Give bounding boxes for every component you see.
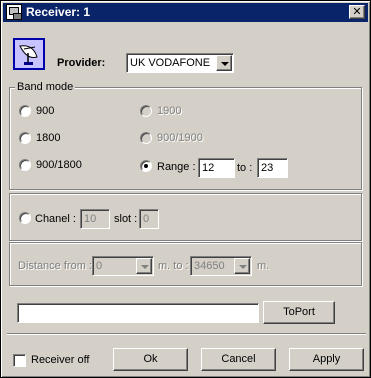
radio-range[interactable] — [140, 160, 152, 172]
satellite-dish-icon — [13, 38, 45, 70]
receiver-dialog: Receiver: 1 ✕ Provider: UK VODAFONE Band… — [0, 0, 371, 378]
radio-900-1900[interactable] — [140, 132, 152, 144]
radio-900[interactable] — [19, 105, 31, 117]
distance-unit-label: m. — [257, 260, 270, 272]
title-bar[interactable]: Receiver: 1 ✕ — [3, 3, 368, 22]
range-to-label: to : — [237, 162, 253, 174]
distance-to-value: 34650 — [194, 260, 225, 272]
slot-input[interactable]: 0 — [139, 209, 159, 229]
chanel-label: Chanel : — [35, 213, 76, 225]
radio-1900[interactable] — [140, 105, 152, 117]
ok-button[interactable]: Ok — [113, 348, 188, 371]
receiver-off-checkbox[interactable] — [13, 354, 26, 367]
divider — [7, 333, 366, 335]
radio-1800[interactable] — [19, 132, 31, 144]
receiver-off-label: Receiver off — [31, 354, 90, 366]
radio-chanel[interactable] — [19, 212, 31, 224]
window-app-icon — [6, 4, 22, 20]
radio-900-label: 900 — [36, 105, 55, 117]
radio-range-label: Range : — [157, 161, 196, 173]
distance-to-label: m. to : — [158, 260, 189, 272]
toport-button[interactable]: ToPort — [263, 301, 335, 324]
distance-from-select[interactable]: 0 — [92, 256, 154, 276]
window-title: Receiver: 1 — [26, 5, 91, 19]
chanel-input[interactable]: 10 — [80, 209, 110, 229]
port-input[interactable] — [17, 303, 259, 323]
chevron-down-icon[interactable] — [216, 55, 232, 71]
chevron-down-icon[interactable] — [136, 258, 152, 274]
provider-select[interactable]: UK VODAFONE — [126, 53, 234, 73]
range-to-input[interactable]: 23 — [257, 158, 288, 178]
band-mode-label: Band mode — [15, 81, 76, 93]
radio-900-1900-label: 900/1900 — [157, 132, 203, 144]
apply-button[interactable]: Apply — [289, 348, 364, 371]
radio-1900-label: 1900 — [157, 105, 182, 117]
distance-to-select[interactable]: 34650 — [190, 256, 252, 276]
distance-from-value: 0 — [96, 260, 103, 272]
close-button[interactable]: ✕ — [349, 5, 365, 19]
cancel-button[interactable]: Cancel — [201, 348, 276, 371]
radio-1800-label: 1800 — [36, 132, 61, 144]
slot-label: slot : — [114, 213, 138, 225]
radio-900-1800-label: 900/1800 — [36, 159, 82, 171]
provider-value: UK VODAFONE — [130, 57, 211, 69]
radio-900-1800[interactable] — [19, 159, 31, 171]
chevron-down-icon[interactable] — [234, 258, 250, 274]
provider-label: Provider: — [57, 57, 106, 69]
range-from-input[interactable]: 12 — [198, 158, 235, 178]
distance-from-label: Distance from : — [18, 260, 92, 272]
close-icon: ✕ — [352, 5, 362, 18]
